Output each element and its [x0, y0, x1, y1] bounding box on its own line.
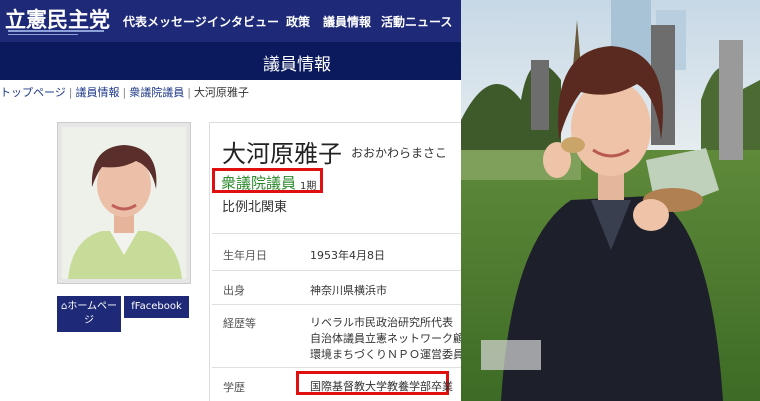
member-role: 衆議院議員 — [221, 174, 297, 192]
breadcrumb-top[interactable]: トップページ — [0, 86, 66, 99]
website-screenshot: 立憲民主党 代表メッセージ インタビュー 政策 議員情報 活動ニュース 議員情報… — [0, 0, 461, 401]
page-title: 議員情報 — [263, 55, 331, 75]
row-value-career-2: 自治体議員立憲ネットワーク顧問 — [310, 332, 461, 345]
row-divider — [212, 367, 461, 368]
row-label-birthdate: 生年月日 — [223, 249, 267, 262]
page-title-bar: 議員情報 — [0, 42, 461, 80]
row-value-career-1: リベラル市民政治研究所代表 — [310, 316, 453, 329]
top-navbar: 立憲民主党 代表メッセージ インタビュー 政策 議員情報 活動ニュース — [0, 0, 461, 42]
row-value-birthdate: 1953年4月8日 — [310, 249, 385, 262]
row-label-birthplace: 出身 — [223, 284, 245, 297]
breadcrumb-members[interactable]: 議員情報 — [76, 86, 120, 99]
profile-portrait — [62, 127, 186, 279]
breadcrumb-separator: | — [68, 86, 73, 99]
nav-item-members[interactable]: 議員情報 — [323, 13, 371, 30]
row-divider — [212, 304, 461, 305]
breadcrumb: トップページ | 議員情報 | 衆議院議員 | 大河原雅子 — [0, 84, 249, 100]
row-divider — [212, 233, 461, 234]
nav-item-message[interactable]: 代表メッセージ — [123, 13, 207, 30]
row-value-career-3: 環境まちづくりＮＰＯ運営委員 — [310, 348, 461, 361]
row-value-birthplace: 神奈川県横浜市 — [310, 284, 387, 297]
facebook-button-label: Facebook — [134, 301, 182, 312]
nav-item-news[interactable]: 活動ニュース — [381, 13, 452, 30]
member-district: 比例北関東 — [222, 200, 288, 215]
breadcrumb-current: 大河原雅子 — [193, 86, 249, 99]
breadcrumb-separator: | — [122, 86, 127, 99]
outdoor-photo — [461, 0, 760, 401]
nav-item-interview[interactable]: インタビュー — [207, 13, 279, 30]
profile-photo — [57, 122, 191, 284]
row-label-career: 経歴等 — [223, 317, 256, 330]
party-logo[interactable]: 立憲民主党 — [5, 4, 110, 38]
row-divider — [212, 270, 461, 271]
member-name: 大河原雅子 — [222, 140, 342, 168]
facebook-button[interactable]: fFacebook — [124, 296, 189, 318]
breadcrumb-house[interactable]: 衆議院議員 — [129, 86, 184, 99]
member-name-kana: おおかわらまさこ — [351, 146, 448, 160]
homepage-button-label: ホームページ — [67, 301, 118, 326]
row-value-education: 国際基督教大学教養学部卒業 — [310, 380, 453, 393]
outdoor-scene-illustration — [461, 0, 760, 401]
row-label-education: 学歴 — [223, 381, 245, 394]
breadcrumb-separator: | — [187, 86, 191, 99]
logo-underline-2 — [8, 34, 78, 35]
member-term: 1期 — [300, 181, 317, 192]
nav-item-policy[interactable]: 政策 — [286, 13, 310, 30]
logo-underline — [8, 30, 104, 32]
homepage-button[interactable]: ⌂ホームページ — [57, 296, 121, 332]
